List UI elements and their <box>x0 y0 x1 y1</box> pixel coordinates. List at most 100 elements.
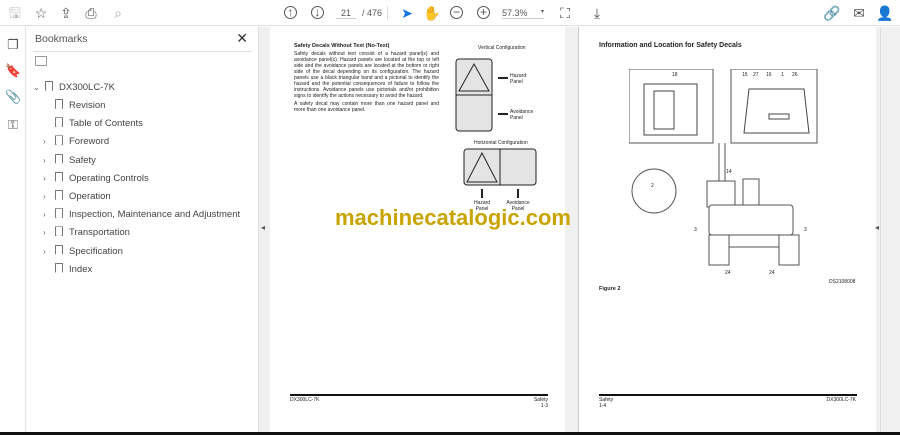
tool-rail: ❐ 🔖 📎 ⚿ <box>0 27 26 432</box>
bookmark-icon <box>55 171 63 182</box>
panel-title: Bookmarks <box>35 33 88 45</box>
bookmark-icon <box>55 208 63 219</box>
bookmark-icon <box>55 99 63 109</box>
bookmark-options-icon[interactable] <box>35 56 47 66</box>
bookmark-item[interactable]: › Specification <box>43 244 123 260</box>
bookmark-icon <box>55 190 63 200</box>
bookmark-label: Specification <box>69 245 123 257</box>
bookmark-item[interactable]: › Safety <box>43 153 96 169</box>
bookmark-root[interactable]: ⌄ DX300LC-7K <box>33 80 115 96</box>
page-down-icon[interactable]: ↓ <box>311 6 324 19</box>
bookmark-label: Operation <box>69 191 111 202</box>
bookmark-item[interactable]: › Operation <box>43 189 111 205</box>
print-icon[interactable]: ⎙ <box>82 4 100 22</box>
link-icon[interactable]: 🔗 <box>823 4 841 22</box>
paragraph: Safety decals without text consist of a … <box>294 51 439 99</box>
page-total: / 476 <box>362 8 383 18</box>
fit-page-icon[interactable]: ⛶ <box>556 4 574 22</box>
chevron-right-icon[interactable]: › <box>43 134 53 150</box>
chevron-down-icon: ▾ <box>540 9 544 15</box>
chevron-down-icon[interactable]: ⌄ <box>33 80 43 96</box>
bookmark-item[interactable]: Table of Contents <box>43 116 143 132</box>
callout-number: 3 <box>694 227 697 233</box>
bookmark-icon[interactable]: 🔖 <box>5 63 21 79</box>
panel-collapse-handle[interactable]: ◂ <box>258 27 268 432</box>
footer-rule <box>599 394 857 396</box>
bookmark-item[interactable]: › Foreword <box>43 134 109 150</box>
callout-number: 16 <box>766 72 772 78</box>
bookmark-label: Safety <box>69 154 96 166</box>
bookmark-icon <box>55 262 63 273</box>
chevron-right-icon[interactable]: › <box>43 244 53 260</box>
save-icon[interactable]: 🖫 <box>6 4 24 22</box>
bookmark-icon <box>45 81 53 91</box>
toolbar: 🖫 ☆ ⇪ ⎙ ⌕ ↑ ↓ 21 / 476 ➤ ✋ − + 57.3% ▾ ⛶ … <box>0 0 900 26</box>
bookmark-label: Table of Contents <box>69 118 143 130</box>
divider <box>33 51 252 52</box>
chevron-right-icon[interactable]: › <box>43 207 53 223</box>
footer-page-number: 1-3 <box>540 403 548 409</box>
bookmark-icon <box>55 135 63 146</box>
bookmark-label: Transportation <box>69 227 130 239</box>
section-heading: Information and Location for Safety Deca… <box>599 42 742 49</box>
figure-code: DS2108008 <box>829 279 856 285</box>
zoom-in-icon[interactable]: + <box>477 6 490 19</box>
mail-icon[interactable]: ✉ <box>850 4 868 22</box>
bookmark-icon <box>55 117 63 128</box>
bookmark-item[interactable]: › Inspection, Maintenance and Adjustment <box>43 207 240 223</box>
footer-text: DX300LC-7K <box>290 397 320 403</box>
zoom-select[interactable]: 57.3% ▾ <box>502 8 544 19</box>
watermark: machinecatalogic.com <box>335 205 571 230</box>
paragraph: A safety decal may contain more than one… <box>294 101 439 113</box>
hand-icon[interactable]: ✋ <box>423 4 441 22</box>
scrollbar[interactable] <box>880 27 900 432</box>
bookmark-item[interactable]: Revision <box>43 98 105 114</box>
chevron-left-icon: ◂ <box>261 223 266 232</box>
callout-number: 24 <box>769 270 775 276</box>
bookmark-label: Operating Controls <box>69 172 149 184</box>
select-arrow-icon[interactable]: ➤ <box>398 4 416 22</box>
footer-page-number: 1-4 <box>599 403 607 409</box>
accessibility-icon[interactable]: ⚿ <box>5 117 21 133</box>
page-right: Information and Location for Safety Deca… <box>578 27 876 432</box>
page-number-input[interactable]: 21 <box>336 8 356 19</box>
chevron-right-icon[interactable]: › <box>43 189 53 205</box>
cloud-upload-icon[interactable]: ⇪ <box>57 4 75 22</box>
zoom-out-icon[interactable]: − <box>450 6 463 19</box>
callout-number: 27 <box>753 72 759 78</box>
scroll-mode-icon[interactable]: ⤓ <box>588 4 606 22</box>
callout-number: 15 <box>742 72 748 78</box>
bookmark-icon <box>55 244 63 255</box>
search-icon[interactable]: ⌕ <box>109 4 127 22</box>
section-heading: Safety Decals Without Text (No-Text) <box>294 43 390 49</box>
account-icon[interactable]: 👤 <box>876 4 894 22</box>
chevron-right-icon[interactable]: › <box>43 171 53 187</box>
star-icon[interactable]: ☆ <box>32 4 50 22</box>
bookmark-icon <box>55 226 63 237</box>
callout-label: Avoidance Panel <box>510 109 534 121</box>
chevron-right-icon[interactable]: › <box>43 153 53 169</box>
callout-number: 18 <box>672 72 678 78</box>
callout-number: 1 <box>781 72 784 78</box>
figure-label: Vertical Configuration <box>478 45 526 51</box>
divider <box>387 6 388 20</box>
callout-number: 14 <box>726 169 732 175</box>
pages-icon[interactable]: ❐ <box>5 37 21 53</box>
bookmarks-panel: Bookmarks ✕ ⌄ DX300LC-7K Revision Table of… <box>27 27 258 432</box>
callout-label: Hazard Panel <box>510 73 527 85</box>
bookmark-label: DX300LC-7K <box>59 82 115 93</box>
bookmark-item[interactable]: Index <box>43 262 92 278</box>
chevron-left-icon: ◂ <box>875 223 880 232</box>
bookmark-item[interactable]: › Operating Controls <box>43 171 149 187</box>
footer-rule <box>290 394 548 396</box>
chevron-right-icon[interactable]: › <box>43 225 53 241</box>
attachment-icon[interactable]: 📎 <box>5 89 21 105</box>
bookmark-label: Index <box>69 263 93 275</box>
footer-text: DX300LC-7K <box>826 397 856 403</box>
bookmark-label: Foreword <box>69 136 110 148</box>
page-up-icon[interactable]: ↑ <box>284 6 297 19</box>
close-icon[interactable]: ✕ <box>236 30 248 47</box>
bookmark-item[interactable]: › Transportation <box>43 225 130 241</box>
bookmark-label: Inspection, Maintenance and Adjustment <box>69 209 241 221</box>
callout-number: 2 <box>651 183 654 189</box>
